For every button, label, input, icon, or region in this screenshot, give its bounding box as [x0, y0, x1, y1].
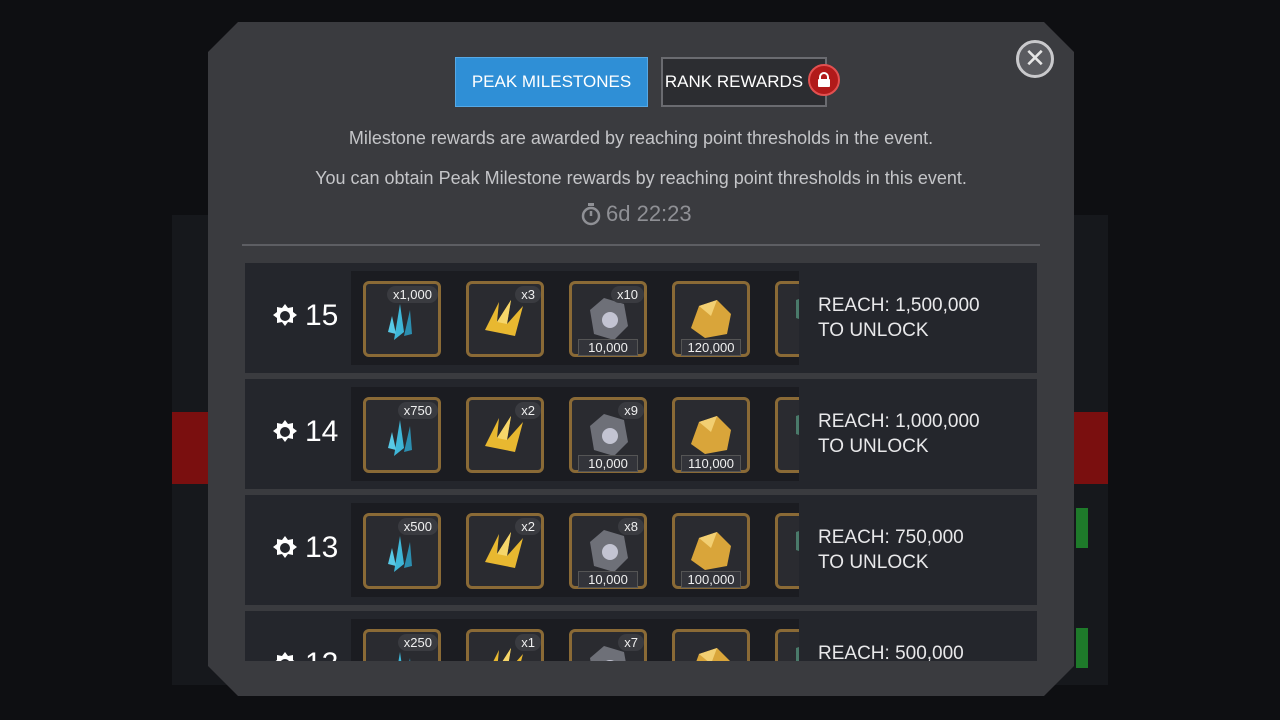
unlock-label: TO UNLOCK	[818, 320, 929, 341]
reward-gold-shards[interactable]: x1	[466, 629, 544, 661]
reward-amount: 10,000	[578, 455, 638, 472]
reward-gold-shards[interactable]: x2	[466, 513, 544, 589]
tab-rank-label: RANK REWARDS	[664, 72, 804, 91]
reward-quantity: x500	[397, 518, 438, 535]
reach-requirement: REACH: 750,000 TO UNLOCK	[818, 525, 964, 575]
reward-gold-nugget[interactable]: 110,000	[672, 397, 750, 473]
reward-quantity: x2	[515, 518, 541, 535]
reward-extra[interactable]	[775, 629, 799, 661]
reward-quantity: x9	[618, 402, 644, 419]
reward-amount: 110,000	[681, 455, 741, 472]
lock-icon	[808, 64, 840, 96]
reach-points: REACH: 750,000	[818, 527, 964, 548]
description-line-1: Milestone rewards are awarded by reachin…	[348, 128, 934, 148]
unlock-label: TO UNLOCK	[818, 436, 929, 457]
reward-gold-nugget[interactable]: 120,000	[672, 281, 750, 357]
tier-number: 15	[305, 299, 339, 332]
reward-extra[interactable]	[775, 281, 799, 357]
reward-amount: 100,000	[681, 571, 741, 588]
tier-number: 13	[305, 531, 339, 564]
shield-icon	[796, 299, 799, 319]
reach-requirement: REACH: 1,500,000 TO UNLOCK	[818, 293, 980, 343]
description-line-2: You can obtain Peak Milestone rewards by…	[315, 168, 967, 188]
tier-number: 12	[305, 647, 338, 661]
reward-strip[interactable]: x250 x1 x7	[351, 619, 799, 661]
tab-peak-label: PEAK MILESTONES	[471, 72, 632, 91]
reach-requirement: REACH: 500,000	[818, 641, 964, 661]
milestone-list[interactable]: 15 x1,000 x3 x10 10,000 120,000 REACH: 1…	[245, 263, 1037, 661]
milestone-icon	[273, 536, 297, 558]
reward-gold-shards[interactable]: x3	[466, 281, 544, 357]
reward-extra[interactable]	[775, 513, 799, 589]
milestone-row: 12 x250 x1 x7 REA	[245, 611, 1037, 661]
reward-quantity: x7	[618, 634, 644, 651]
milestone-row: 15 x1,000 x3 x10 10,000 120,000 REACH: 1…	[245, 263, 1037, 373]
divider	[242, 244, 1040, 246]
gold-nugget-icon	[696, 648, 730, 661]
reward-quantity: x2	[515, 402, 541, 419]
reward-quantity: x1	[515, 634, 541, 651]
reach-requirement: REACH: 1,000,000 TO UNLOCK	[818, 409, 980, 459]
milestone-tier: 13	[271, 531, 338, 565]
reward-strip[interactable]: x1,000 x3 x10 10,000 120,000	[351, 271, 799, 365]
stopwatch-icon	[581, 203, 601, 226]
tab-rank-rewards[interactable]: RANK REWARDS	[661, 57, 827, 107]
reward-extra[interactable]	[775, 397, 799, 473]
reward-quantity: x750	[397, 402, 438, 419]
reward-ore[interactable]: x10 10,000	[569, 281, 647, 357]
reward-gold-nugget[interactable]	[672, 629, 750, 661]
reward-amount: 10,000	[578, 339, 638, 356]
milestone-tier: 15	[271, 299, 338, 333]
timer-text: 6d 22:23	[606, 201, 692, 226]
event-timer: 6d 22:23	[580, 201, 692, 227]
tier-number: 14	[305, 415, 339, 448]
reward-quantity: x10	[611, 286, 644, 303]
background-green-bar	[1076, 508, 1088, 548]
reward-ore[interactable]: x9 10,000	[569, 397, 647, 473]
reward-amount: 120,000	[681, 339, 741, 356]
reward-strip[interactable]: x750 x2 x9 10,000 110,000	[351, 387, 799, 481]
reach-points: REACH: 1,500,000	[818, 295, 980, 316]
close-icon: ✕	[1024, 44, 1046, 74]
reward-ore[interactable]: x8 10,000	[569, 513, 647, 589]
reward-quantity: x8	[618, 518, 644, 535]
reward-amount: 10,000	[578, 571, 638, 588]
shield-icon	[796, 647, 799, 661]
milestone-icon	[273, 304, 297, 326]
reward-crystal-shards[interactable]: x500	[363, 513, 441, 589]
reach-points: REACH: 1,000,000	[818, 411, 980, 432]
close-button[interactable]: ✕	[1016, 40, 1054, 78]
reward-gold-shards[interactable]: x2	[466, 397, 544, 473]
milestone-row: 14 x750 x2 x9 10,000 110,000 REACH: 1,00…	[245, 379, 1037, 489]
reward-crystal-shards[interactable]: x1,000	[363, 281, 441, 357]
shield-icon	[796, 415, 799, 435]
reach-points: REACH: 500,000	[818, 643, 964, 661]
milestone-tier: 14	[271, 415, 338, 449]
milestone-icon	[273, 420, 297, 442]
milestone-tier: 12	[271, 647, 338, 661]
tab-peak-milestones[interactable]: PEAK MILESTONES	[455, 57, 648, 107]
reward-quantity: x1,000	[386, 286, 438, 303]
shield-icon	[796, 531, 799, 551]
reward-strip[interactable]: x500 x2 x8 10,000 100,000	[351, 503, 799, 597]
reward-crystal-shards[interactable]: x250	[363, 629, 441, 661]
milestone-row: 13 x500 x2 x8 10,000 100,000 REACH: 750,…	[245, 495, 1037, 605]
reward-quantity: x3	[515, 286, 541, 303]
unlock-label: TO UNLOCK	[818, 552, 929, 573]
reward-quantity: x250	[397, 634, 438, 651]
background-green-bar	[1076, 628, 1088, 668]
reward-gold-nugget[interactable]: 100,000	[672, 513, 750, 589]
milestone-icon	[275, 652, 295, 661]
reward-crystal-shards[interactable]: x750	[363, 397, 441, 473]
reward-ore[interactable]: x7	[569, 629, 647, 661]
